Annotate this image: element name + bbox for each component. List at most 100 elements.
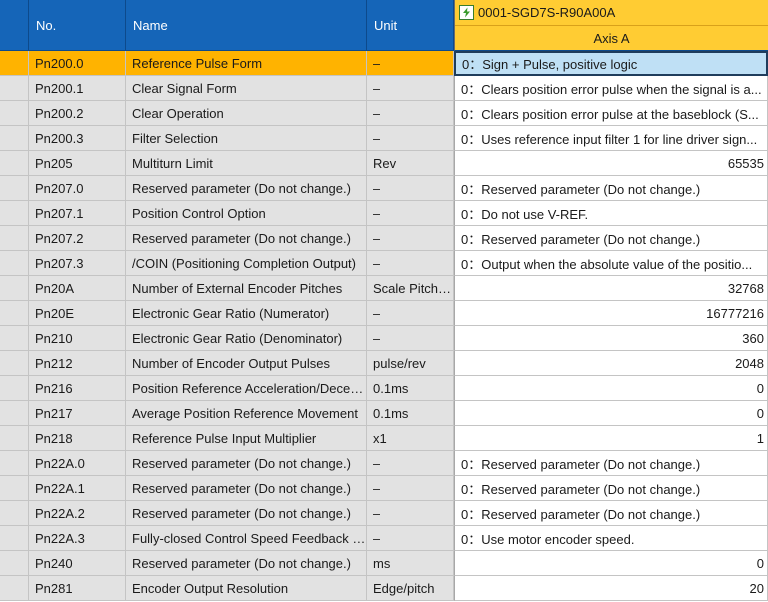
parameter-value-cell-text: 360 (742, 330, 764, 346)
parameter-value-cell[interactable]: 20 (454, 576, 768, 601)
row-indicator[interactable] (0, 451, 29, 476)
parameter-value-cell-text: 0：Output when the absolute value of the … (461, 256, 753, 272)
parameter-name-cell: /COIN (Positioning Completion Output) (126, 251, 367, 276)
row-indicator[interactable] (0, 551, 29, 576)
row-indicator[interactable] (0, 301, 29, 326)
parameter-value-cell-text: 32768 (727, 280, 764, 296)
row-indicator[interactable] (0, 76, 29, 101)
table-row[interactable]: Pn205 Multiturn Limit Rev 65535 (0, 151, 768, 176)
row-indicator[interactable] (0, 476, 29, 501)
axis-column-header[interactable]: 0001-SGD7S-R90A00A Axis A (454, 0, 768, 51)
row-indicator[interactable] (0, 201, 29, 226)
parameter-value-cell[interactable]: 16777216 (454, 301, 768, 326)
parameter-number-cell: Pn22A.1 (29, 476, 126, 501)
table-row[interactable]: Pn240 Reserved parameter (Do not change.)… (0, 551, 768, 576)
table-row[interactable]: Pn212 Number of Encoder Output Pulses puls… (0, 351, 768, 376)
table-row[interactable]: Pn207.0 Reserved parameter (Do not change… (0, 176, 768, 201)
device-header: 0001-SGD7S-R90A00A (455, 0, 768, 26)
parameter-unit-cell: – (367, 326, 454, 351)
table-row[interactable]: Pn207.2 Reserved parameter (Do not change… (0, 226, 768, 251)
row-indicator[interactable] (0, 151, 29, 176)
row-indicator[interactable] (0, 126, 29, 151)
parameter-value-cell-text: 0：Clears position error pulse at the bas… (461, 106, 759, 122)
table-row[interactable]: Pn20E Electronic Gear Ratio (Numerator) – 1… (0, 301, 768, 326)
table-row[interactable]: Pn216 Position Reference Acceleration/Dec… (0, 376, 768, 401)
parameter-value-cell[interactable]: 0：Clears position error pulse when the s… (454, 76, 768, 101)
parameter-unit-cell-text: – (373, 230, 381, 246)
row-indicator[interactable] (0, 351, 29, 376)
row-indicator[interactable] (0, 51, 29, 76)
parameter-name-cell-text: Reserved parameter (Do not change.) (132, 230, 351, 246)
parameter-value-cell[interactable]: 0：Sign + Pulse, positive logic (454, 51, 768, 76)
column-header-name[interactable]: Name (126, 0, 367, 51)
row-indicator[interactable] (0, 426, 29, 451)
parameter-value-cell[interactable]: 1 (454, 426, 768, 451)
table-row[interactable]: Pn207.3/COIN (Positioning Completion Out… (0, 251, 768, 276)
row-indicator[interactable] (0, 226, 29, 251)
parameter-value-cell[interactable]: 0：Clears position error pulse at the bas… (454, 101, 768, 126)
parameter-number-cell-text: Pn22A.0 (35, 455, 85, 471)
parameter-value-cell-text: 0：Reserved parameter (Do not change.) (461, 181, 701, 197)
row-indicator[interactable] (0, 251, 29, 276)
parameter-name-cell-text: Encoder Output Resolution (132, 580, 289, 596)
row-indicator[interactable] (0, 401, 29, 426)
table-row[interactable]: Pn200.0 Reference Pulse Form – 0：Sign + Pul… (0, 51, 768, 76)
row-indicator[interactable] (0, 501, 29, 526)
row-indicator[interactable] (0, 176, 29, 201)
row-indicator[interactable] (0, 376, 29, 401)
parameter-value-cell[interactable]: 0：Output when the absolute value of the … (454, 251, 768, 276)
table-row[interactable]: Pn200.2 Clear Operation – 0：Clears position… (0, 101, 768, 126)
parameter-value-cell[interactable]: 360 (454, 326, 768, 351)
parameter-value-cell[interactable]: 32768 (454, 276, 768, 301)
table-row[interactable]: Pn200.1 Clear Signal Form – 0：Clears positi… (0, 76, 768, 101)
axis-label: Axis A (593, 30, 630, 46)
parameter-name-cell: Fully-closed Control Speed Feedback Sele… (126, 526, 367, 551)
parameter-value-cell[interactable]: 0 (454, 376, 768, 401)
parameter-number-cell: Pn218 (29, 426, 126, 451)
table-row[interactable]: Pn281 Encoder Output Resolution Edge/pitch… (0, 576, 768, 601)
parameter-unit-cell: – (367, 176, 454, 201)
parameter-name-cell: Reserved parameter (Do not change.) (126, 501, 367, 526)
parameter-number-cell-text: Pn212 (35, 355, 73, 371)
table-row[interactable]: Pn217 Average Position Reference Movement… (0, 401, 768, 426)
row-indicator[interactable] (0, 576, 29, 601)
parameter-value-cell[interactable]: 0：Reserved parameter (Do not change.) (454, 176, 768, 201)
row-indicator[interactable] (0, 526, 29, 551)
row-indicator[interactable] (0, 276, 29, 301)
parameter-value-cell[interactable]: 65535 (454, 151, 768, 176)
parameter-number-cell-text: Pn217 (35, 405, 73, 421)
parameter-unit-cell: – (367, 451, 454, 476)
table-row[interactable]: Pn210 Electronic Gear Ratio (Denominator)… (0, 326, 768, 351)
column-header-unit[interactable]: Unit (367, 0, 454, 51)
table-row[interactable]: Pn218 Reference Pulse Input Multiplier x1 1 (0, 426, 768, 451)
parameter-value-cell[interactable]: 0：Reserved parameter (Do not change.) (454, 476, 768, 501)
parameter-number-cell: Pn20A (29, 276, 126, 301)
parameter-unit-cell-text: ms (373, 555, 391, 571)
parameter-value-cell[interactable]: 0：Reserved parameter (Do not change.) (454, 501, 768, 526)
table-row[interactable]: Pn22A.0 Reserved parameter (Do not change… (0, 451, 768, 476)
parameter-name-cell-text: Reserved parameter (Do not change.) (132, 180, 351, 196)
table-row[interactable]: Pn22A.2 Reserved parameter (Do not change… (0, 501, 768, 526)
table-row[interactable]: Pn22A.1 Reserved parameter (Do not change… (0, 476, 768, 501)
parameter-value-cell[interactable]: 0 (454, 551, 768, 576)
parameter-name-cell: Reference Pulse Input Multiplier (126, 426, 367, 451)
parameter-name-cell: Average Position Reference Movement (126, 401, 367, 426)
parameter-value-cell[interactable]: 2048 (454, 351, 768, 376)
parameter-value-cell[interactable]: 0：Reserved parameter (Do not change.) (454, 226, 768, 251)
table-row[interactable]: Pn20A Number of External Encoder Pitches S… (0, 276, 768, 301)
parameter-value-cell[interactable]: 0：Uses reference input filter 1 for line… (454, 126, 768, 151)
row-indicator[interactable] (0, 326, 29, 351)
parameter-number-cell: Pn20E (29, 301, 126, 326)
parameter-value-cell-text: 0：Sign + Pulse, positive logic (462, 57, 638, 72)
parameter-value-cell-text: 20 (749, 580, 764, 596)
parameter-value-cell[interactable]: 0：Do not use V-REF. (454, 201, 768, 226)
parameter-number-cell: Pn212 (29, 351, 126, 376)
table-row[interactable]: Pn22A.3 Fully-closed Control Speed Feedba… (0, 526, 768, 551)
column-header-no[interactable]: No. (29, 0, 126, 51)
parameter-value-cell[interactable]: 0 (454, 401, 768, 426)
parameter-value-cell[interactable]: 0：Reserved parameter (Do not change.) (454, 451, 768, 476)
table-row[interactable]: Pn207.1 Position Control Option – 0：Do not … (0, 201, 768, 226)
parameter-value-cell[interactable]: 0：Use motor encoder speed. (454, 526, 768, 551)
row-indicator[interactable] (0, 101, 29, 126)
table-row[interactable]: Pn200.3 Filter Selection – 0：Uses reference… (0, 126, 768, 151)
